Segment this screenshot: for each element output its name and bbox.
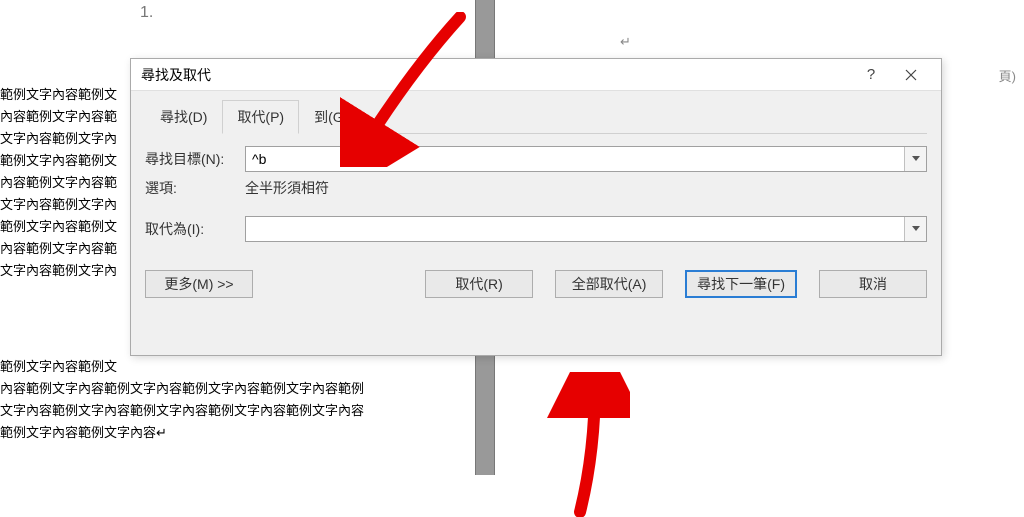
find-label: 尋找目標(N): xyxy=(145,149,245,169)
tab-goto[interactable]: 到(G) xyxy=(299,100,363,134)
find-row: 尋找目標(N): xyxy=(145,146,927,172)
help-button[interactable]: ? xyxy=(851,59,891,91)
text-line: 內容範例文字內容範 xyxy=(0,172,130,194)
find-replace-dialog: 尋找及取代 ? 尋找(D) 取代(P) 到(G) 尋找目標(N): 選項: 全半… xyxy=(130,58,942,356)
text-line: 範例文字內容範例文 xyxy=(0,356,364,378)
find-input[interactable] xyxy=(246,147,904,171)
dialog-titlebar[interactable]: 尋找及取代 ? xyxy=(131,59,941,91)
text-line: 文字內容範例文字內 xyxy=(0,194,130,216)
help-icon: ? xyxy=(867,66,875,83)
replace-all-button[interactable]: 全部取代(A) xyxy=(555,270,663,298)
chevron-down-icon xyxy=(912,226,920,232)
text-line: 文字內容範例文字內 xyxy=(0,260,130,282)
close-icon xyxy=(905,69,917,81)
more-button[interactable]: 更多(M) >> xyxy=(145,270,253,298)
text-line: 內容範例文字內容範例文字內容範例文字內容範例文字內容範例 xyxy=(0,378,364,400)
replace-label: 取代為(I): xyxy=(145,219,245,239)
close-button[interactable] xyxy=(891,59,931,91)
cancel-button[interactable]: 取消 xyxy=(819,270,927,298)
options-row: 選項: 全半形須相符 xyxy=(145,178,927,198)
text-line: 內容範例文字內容範 xyxy=(0,106,130,128)
dialog-body: 尋找(D) 取代(P) 到(G) 尋找目標(N): 選項: 全半形須相符 取代為… xyxy=(131,91,941,310)
document-text-left: 範例文字內容範例文 內容範例文字內容範 文字內容範例文字內 範例文字內容範例文 … xyxy=(0,84,130,282)
tabs: 尋找(D) 取代(P) 到(G) xyxy=(145,99,927,134)
replace-combo xyxy=(245,216,927,242)
replace-button[interactable]: 取代(R) xyxy=(425,270,533,298)
page-number: 1. xyxy=(140,4,153,22)
chevron-down-icon xyxy=(912,156,920,162)
page-header-label: 頁) xyxy=(999,66,1016,85)
replace-dropdown-button[interactable] xyxy=(904,217,926,241)
text-line: 文字內容範例文字內 xyxy=(0,128,130,150)
options-value: 全半形須相符 xyxy=(245,178,927,198)
text-line: 文字內容範例文字內容範例文字內容範例文字內容範例文字內容 xyxy=(0,400,364,422)
text-line: 範例文字內容範例文字內容↵ xyxy=(0,422,364,444)
text-line: 範例文字內容範例文 xyxy=(0,84,130,106)
text-line: 範例文字內容範例文 xyxy=(0,216,130,238)
dialog-title: 尋找及取代 xyxy=(141,65,851,85)
find-combo xyxy=(245,146,927,172)
document-text-continued: 範例文字內容範例文 內容範例文字內容範例文字內容範例文字內容範例文字內容範例 文… xyxy=(0,356,364,444)
text-line: 範例文字內容範例文 xyxy=(0,150,130,172)
text-line: 內容範例文字內容範 xyxy=(0,238,130,260)
button-row: 更多(M) >> 取代(R) 全部取代(A) 尋找下一筆(F) 取消 xyxy=(145,270,927,298)
find-dropdown-button[interactable] xyxy=(904,147,926,171)
replace-input[interactable] xyxy=(246,217,904,241)
replace-row: 取代為(I): xyxy=(145,216,927,242)
tab-replace[interactable]: 取代(P) xyxy=(222,100,299,134)
find-next-button[interactable]: 尋找下一筆(F) xyxy=(685,270,797,298)
options-label: 選項: xyxy=(145,178,245,198)
tab-find[interactable]: 尋找(D) xyxy=(145,100,222,134)
paragraph-mark: ↵ xyxy=(620,34,631,50)
